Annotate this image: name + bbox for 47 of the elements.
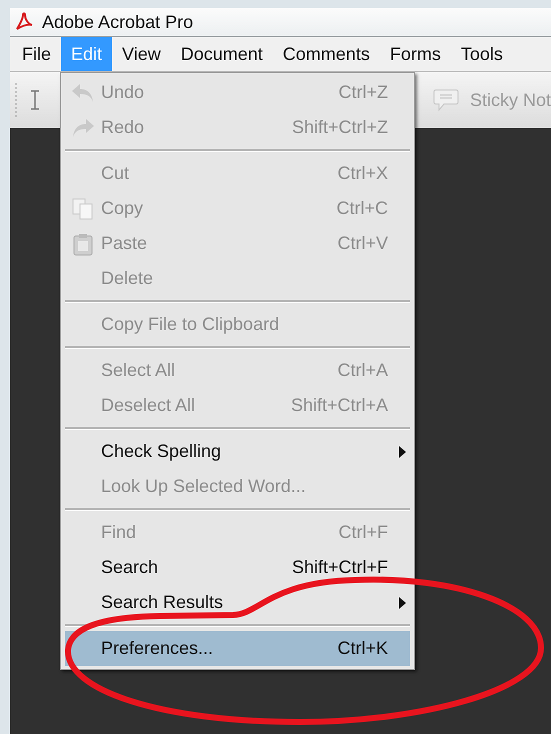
menu-bar-item[interactable]: Edit	[61, 37, 112, 71]
clipboard-icon	[71, 232, 95, 256]
menu-bar-item[interactable]: Tools	[450, 37, 513, 71]
menu-item-label: Delete	[101, 268, 154, 289]
menu-item-label: Select All	[101, 360, 176, 381]
menu-item-label: Preferences...	[101, 638, 214, 659]
pdf-app-icon	[14, 12, 34, 32]
menu-item-label: Cut	[101, 163, 130, 184]
shortcut-text: Shift+Ctrl+Z	[292, 117, 388, 138]
submenu-arrow-icon	[399, 596, 406, 608]
menu-bar-item[interactable]: View	[112, 37, 171, 71]
menu-item[interactable]: Search Shift+Ctrl+F	[65, 550, 410, 585]
undo-arrow-icon	[70, 82, 96, 104]
text-cursor-icon[interactable]	[28, 89, 42, 111]
menu-bar-item[interactable]: Document	[170, 37, 273, 71]
menu-item[interactable]: Search Results	[65, 585, 410, 620]
menu-item-label: Search Results	[101, 592, 224, 613]
shortcut-text: Ctrl+X	[337, 163, 388, 184]
menu-item-label: Paste	[101, 233, 148, 254]
menu-item-label: Deselect All	[101, 395, 196, 416]
window-title: Adobe Acrobat Pro	[42, 12, 194, 32]
copy-icon	[71, 196, 95, 220]
redo-arrow-icon	[70, 116, 96, 138]
shortcut-text: Ctrl+V	[337, 233, 388, 254]
menu-bar-item[interactable]: Forms	[380, 37, 451, 71]
menu-bar-item[interactable]: File	[12, 37, 62, 71]
shortcut-text: Ctrl+K	[337, 638, 388, 659]
menu-item[interactable]: Check Spelling	[65, 434, 410, 469]
sticky-note-tool[interactable]: Sticky Not	[470, 90, 551, 110]
submenu-arrow-icon	[399, 446, 406, 458]
shortcut-text: Shift+Ctrl+A	[290, 395, 388, 416]
menu-item[interactable]: Preferences... Ctrl+K	[65, 631, 410, 666]
menu-bar-item[interactable]: Comments	[272, 37, 380, 71]
menu-item-label: Check Spelling	[101, 441, 222, 462]
menu-item-label: Redo	[101, 117, 146, 138]
menu-item-label: Copy	[101, 198, 144, 219]
menu-item-label: Copy File to Clipboard	[101, 314, 280, 335]
menu-item-label: Find	[101, 522, 138, 543]
toolbar-grip-icon	[14, 83, 18, 117]
shortcut-text: Shift+Ctrl+F	[292, 557, 388, 578]
shortcut-text: Ctrl+A	[337, 360, 388, 381]
shortcut-text: Ctrl+F	[338, 522, 388, 543]
menu-item-label: Look Up Selected Word...	[101, 476, 307, 497]
shortcut-text: Ctrl+Z	[338, 82, 388, 103]
menu-item-label: Undo	[101, 82, 146, 103]
menu-item-label: Search	[101, 557, 160, 578]
shortcut-text: Ctrl+C	[336, 198, 388, 219]
